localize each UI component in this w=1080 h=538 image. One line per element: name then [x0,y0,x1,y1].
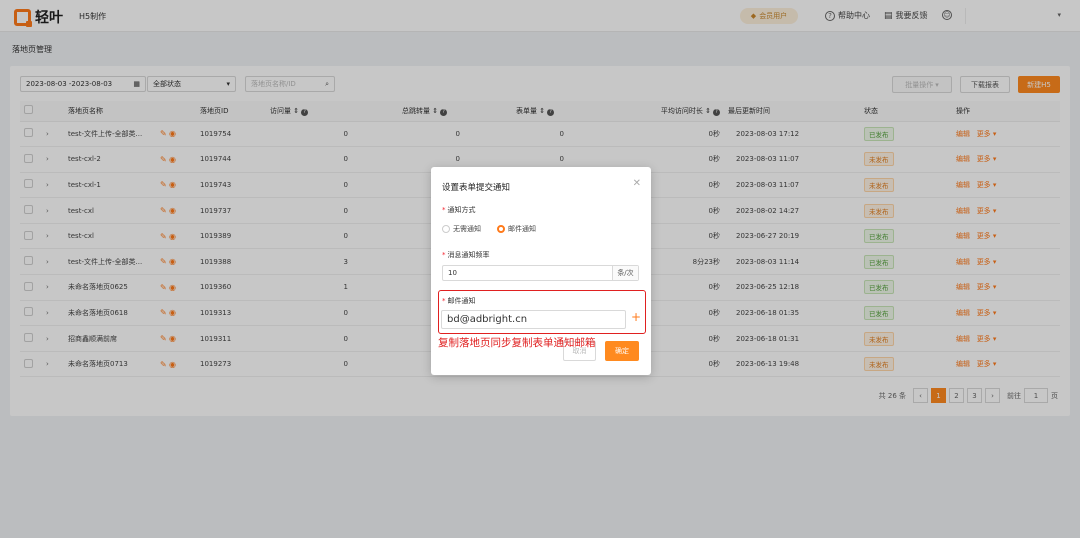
method-label: * 通知方式 [442,206,476,214]
radio-checked-icon [497,225,505,233]
confirm-button[interactable]: 确定 [605,341,639,361]
radio-no-notify-label: 无需通知 [453,225,481,233]
radio-icon [442,225,450,233]
annotation-text: 复制落地页同步复制表单通知邮箱 [438,337,596,349]
modal-title: 设置表单提交通知 [442,183,511,193]
radio-no-notify[interactable]: 无需通知 [442,224,481,234]
freq-label: * 消息通知频率 [442,251,490,259]
email-input[interactable]: bd@adbright.cn [441,310,626,329]
freq-value: 10 [448,269,457,277]
freq-input[interactable]: 10 条/次 [442,265,639,281]
freq-unit: 条/次 [612,266,638,280]
close-icon[interactable]: ✕ [633,178,641,189]
radio-email-notify[interactable]: 邮件通知 [497,224,536,234]
radio-email-label: 邮件通知 [508,225,536,233]
add-email-icon[interactable]: + [631,310,641,324]
